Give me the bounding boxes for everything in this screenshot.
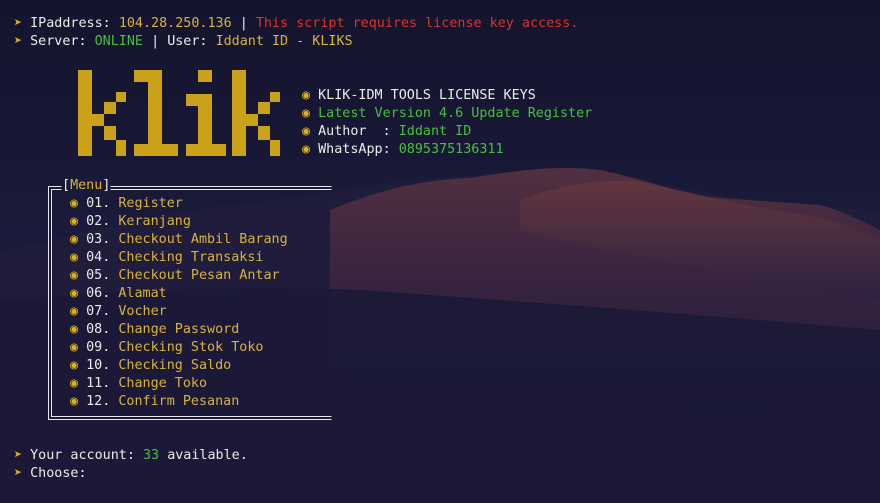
menu-item-number: 02.	[86, 214, 111, 229]
bullet-icon: ◉	[302, 142, 311, 157]
server-status-line: ➤ Server: ONLINE | User: Iddant ID - KLI…	[14, 33, 353, 51]
menu-item-number: 09.	[86, 340, 111, 355]
menu-item[interactable]: ◉ 02. Keranjang	[70, 213, 191, 231]
menu-item[interactable]: ◉ 05. Checkout Pesan Antar	[70, 267, 280, 285]
bullet-icon: ◉	[70, 304, 79, 319]
whatsapp-value: 0895375136311	[398, 142, 504, 157]
choose-prompt-line[interactable]: ➤ Choose:	[14, 465, 96, 483]
bullet-icon: ◉	[70, 268, 79, 283]
server-label: Server:	[30, 34, 87, 49]
menu-item-number: 08.	[86, 322, 111, 337]
ip-label: IPaddress:	[30, 16, 111, 31]
menu-item-number: 05.	[86, 268, 111, 283]
menu-item-label: Register	[118, 196, 183, 211]
ip-value: 104.28.250.136	[118, 16, 232, 31]
separator: |	[239, 16, 248, 31]
info-version: Latest Version 4.6 Update Register	[318, 106, 593, 121]
bullet-icon: ◉	[302, 88, 311, 103]
arrow-icon: ➤	[14, 16, 23, 31]
menu-item-label: Keranjang	[118, 214, 191, 229]
menu-item-label: Checking Transaksi	[118, 250, 264, 265]
bullet-icon: ◉	[70, 322, 79, 337]
bullet-icon: ◉	[70, 286, 79, 301]
menu-title-text: Menu	[70, 178, 103, 193]
info-whatsapp-line: ◉ WhatsApp: 0895375136311	[302, 141, 504, 159]
menu-title: [Menu]	[62, 178, 111, 193]
menu-item[interactable]: ◉ 07. Vocher	[70, 303, 167, 321]
menu-item-label: Checkout Pesan Antar	[118, 268, 280, 283]
menu-item[interactable]: ◉ 12. Confirm Pesanan	[70, 393, 239, 411]
user-label: User:	[167, 34, 208, 49]
bullet-icon: ◉	[70, 214, 79, 229]
bullet-icon: ◉	[70, 394, 79, 409]
menu-item-number: 11.	[86, 376, 111, 391]
menu-item-number: 03.	[86, 232, 111, 247]
menu-item-number: 06.	[86, 286, 111, 301]
bullet-icon: ◉	[302, 124, 311, 139]
bullet-icon: ◉	[70, 196, 79, 211]
account-label: Your account:	[30, 448, 135, 463]
bullet-icon: ◉	[70, 340, 79, 355]
menu-item[interactable]: ◉ 03. Checkout Ambil Barang	[70, 231, 288, 249]
account-count: 33	[143, 448, 160, 463]
menu-item-label: Checkout Ambil Barang	[118, 232, 288, 247]
info-title: KLIK-IDM TOOLS LICENSE KEYS	[318, 88, 536, 103]
menu-item[interactable]: ◉ 04. Checking Transaksi	[70, 249, 264, 267]
menu-item[interactable]: ◉ 11. Change Toko	[70, 375, 207, 393]
menu-item[interactable]: ◉ 06. Alamat	[70, 285, 167, 303]
menu-item-label: Vocher	[118, 304, 167, 319]
separator: |	[151, 34, 160, 49]
menu-item-label: Checking Stok Toko	[118, 340, 264, 355]
user-value: Iddant ID - KLIKS	[215, 34, 353, 49]
author-label: Author :	[318, 124, 391, 139]
bullet-icon: ◉	[70, 250, 79, 265]
bullet-icon: ◉	[70, 232, 79, 247]
menu-item[interactable]: ◉ 01. Register	[70, 195, 183, 213]
bullet-icon: ◉	[70, 376, 79, 391]
menu-item-number: 07.	[86, 304, 111, 319]
info-author-line: ◉ Author : Iddant ID	[302, 123, 471, 141]
menu-item[interactable]: ◉ 08. Change Password	[70, 321, 239, 339]
whatsapp-label: WhatsApp:	[318, 142, 391, 157]
info-title-line: ◉ KLIK-IDM TOOLS LICENSE KEYS	[302, 87, 536, 105]
menu-item-number: 04.	[86, 250, 111, 265]
menu-item-label: Alamat	[118, 286, 167, 301]
license-warning: This script requires license key access.	[255, 16, 579, 31]
menu-item-label: Checking Saldo	[118, 358, 232, 373]
menu-item-label: Change Toko	[118, 376, 208, 391]
arrow-icon: ➤	[14, 448, 23, 463]
menu-item[interactable]: ◉ 10. Checking Saldo	[70, 357, 231, 375]
arrow-icon: ➤	[14, 466, 23, 481]
account-suffix: available.	[167, 448, 248, 463]
menu-item-number: 12.	[86, 394, 111, 409]
ip-status-line: ➤ IPaddress: 104.28.250.136 | This scrip…	[14, 15, 578, 33]
info-version-line: ◉ Latest Version 4.6 Update Register	[302, 105, 592, 123]
choose-label: Choose:	[30, 466, 87, 481]
server-status: ONLINE	[94, 34, 143, 49]
arrow-icon: ➤	[14, 34, 23, 49]
menu-item-label: Confirm Pesanan	[118, 394, 240, 409]
account-line: ➤ Your account: 33 available.	[14, 447, 248, 465]
bullet-icon: ◉	[302, 106, 311, 121]
author-value: Iddant ID	[398, 124, 472, 139]
menu-item-number: 10.	[86, 358, 111, 373]
bullet-icon: ◉	[70, 358, 79, 373]
menu-item-number: 01.	[86, 196, 111, 211]
menu-item[interactable]: ◉ 09. Checking Stok Toko	[70, 339, 264, 357]
klik-logo	[78, 70, 280, 156]
menu-item-label: Change Password	[118, 322, 240, 337]
